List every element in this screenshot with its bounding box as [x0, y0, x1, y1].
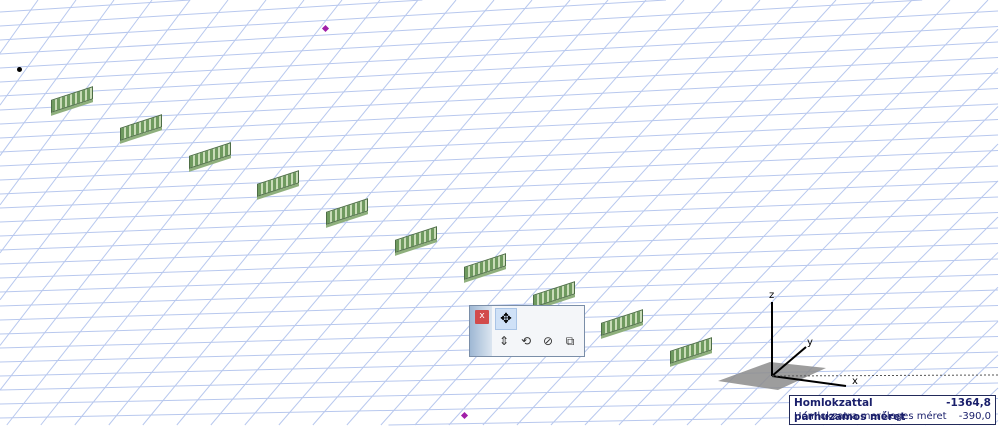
grid-line	[0, 0, 191, 13]
tracker-info: Homlokzattal párhuzamos méret -1364,8 Hom…	[789, 395, 996, 425]
close-button[interactable]: x	[475, 310, 489, 324]
grid-line	[210, 0, 571, 426]
grid-line	[618, 28, 999, 426]
grid-line	[0, 0, 77, 106]
grid	[0, 0, 999, 426]
grid-line	[0, 72, 999, 125]
grid-line	[74, 0, 419, 426]
rotate-icon[interactable]: ⟲	[516, 334, 536, 352]
grid-line	[346, 0, 723, 426]
grid-line	[0, 196, 999, 237]
perpendicular-dimension-value[interactable]: -390,0	[959, 410, 991, 424]
grid-line	[584, 0, 989, 426]
elevate-icon[interactable]: ⇕	[494, 334, 514, 352]
grid-line	[0, 274, 999, 307]
origin-point[interactable]	[17, 67, 22, 72]
pet-palette: x ✥ ⇕ ⟲ ⊘ ⧉	[469, 305, 585, 357]
grid-line	[0, 0, 39, 54]
grid-line	[244, 0, 609, 426]
grid-line	[108, 0, 457, 426]
multiply-icon[interactable]: ⧉	[560, 334, 580, 352]
y-label: y	[807, 337, 813, 348]
grid-line	[482, 0, 875, 426]
grid-line	[0, 0, 923, 55]
parallel-dimension-label: Homlokzattal párhuzamos méret	[794, 397, 906, 423]
grid-line	[788, 216, 999, 426]
grid-line	[142, 0, 495, 426]
move-icon[interactable]: ✥	[495, 308, 517, 330]
mirror-icon[interactable]: ⊘	[538, 334, 558, 352]
z-label: z	[769, 290, 775, 301]
grid-line	[448, 0, 837, 426]
grid-line	[6, 0, 343, 426]
x-label: x	[852, 376, 858, 387]
3d-viewport[interactable]	[0, 0, 999, 426]
perpendicular-dimension-label: Homlokzatra merőleges méret	[794, 411, 947, 422]
grid-line	[0, 0, 115, 156]
grid-line	[380, 0, 761, 426]
parallel-dimension-value[interactable]: -1364,8	[946, 396, 991, 410]
